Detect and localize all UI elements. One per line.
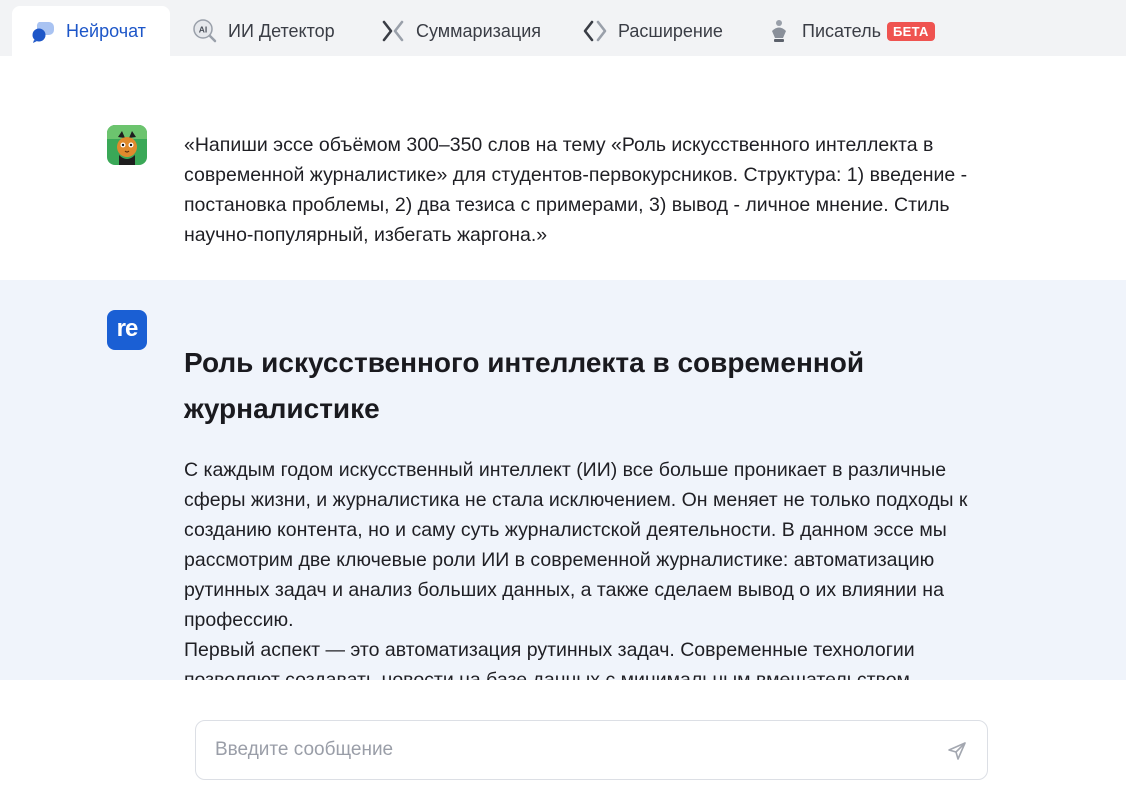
essay-paragraph: Первый аспект — это автоматизация рутинн…	[184, 639, 915, 680]
essay-title: Роль искусственного интеллекта в совреме…	[184, 347, 865, 424]
message-composer	[195, 720, 988, 780]
beta-badge: БЕТА	[886, 21, 935, 41]
ai-detector-icon: AI	[192, 18, 218, 44]
essay-body: С каждым годом искусственный интеллект (…	[184, 455, 974, 680]
tab-label: ИИ Детектор	[228, 20, 335, 41]
tab-extension[interactable]: Расширение	[564, 6, 741, 56]
assistant-message: re Роль искусственного интеллекта в совр…	[0, 280, 1126, 680]
pen-nib-icon	[766, 18, 792, 44]
tab-label: Суммаризация	[416, 20, 541, 41]
summarize-icon	[380, 18, 406, 44]
user-avatar	[107, 125, 147, 165]
tab-ai-detector[interactable]: AI ИИ Детектор	[174, 6, 353, 56]
tab-neurochat[interactable]: Нейрочат	[12, 6, 170, 56]
tab-label: Нейрочат	[66, 20, 146, 41]
send-icon[interactable]	[947, 741, 967, 761]
svg-text:AI: AI	[199, 25, 208, 35]
tab-writer[interactable]: Писатель БЕТА	[748, 6, 953, 56]
tab-label: Расширение	[618, 20, 723, 41]
tab-label: Писатель	[802, 20, 881, 41]
tab-bar: Нейрочат AI ИИ Детектор Суммаризация Рас…	[0, 0, 1126, 56]
chat-bubbles-icon	[30, 18, 56, 44]
assistant-logo-text: re	[116, 314, 139, 342]
composer-area	[0, 680, 1126, 798]
user-message: «Напиши эссе объёмом 300–350 слов на тем…	[0, 56, 1126, 280]
message-input[interactable]	[196, 721, 916, 779]
code-brackets-icon	[582, 18, 608, 44]
user-message-text: «Напиши эссе объёмом 300–350 слов на тем…	[184, 134, 968, 246]
essay-paragraph: С каждым годом искусственный интеллект (…	[184, 459, 968, 631]
tab-summarize[interactable]: Суммаризация	[362, 6, 559, 56]
assistant-avatar: re	[107, 310, 147, 350]
